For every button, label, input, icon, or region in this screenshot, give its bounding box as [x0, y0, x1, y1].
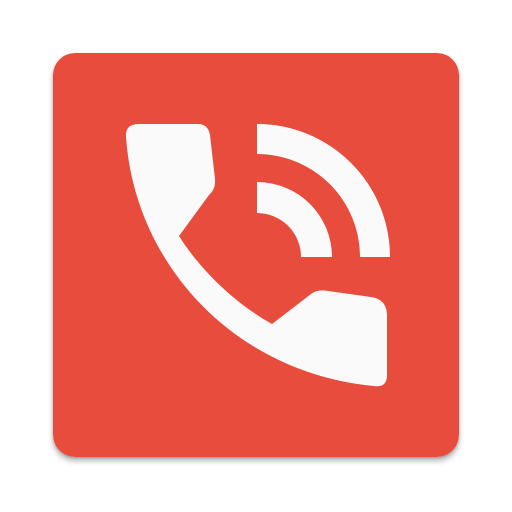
- icon-canvas: [0, 0, 512, 512]
- app-icon-tile[interactable]: [53, 53, 459, 457]
- icon-background: [53, 53, 459, 457]
- phone-call-icon: [53, 53, 459, 457]
